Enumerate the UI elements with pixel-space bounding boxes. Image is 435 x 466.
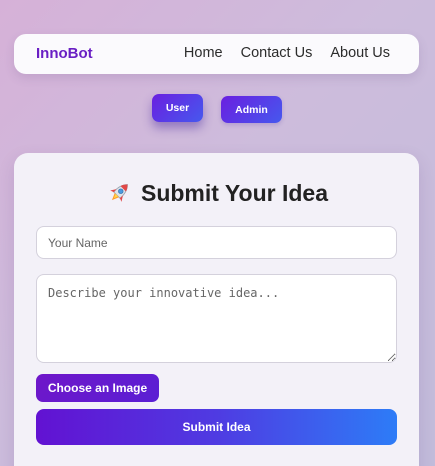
nav-links: Home Contact Us About Us xyxy=(184,45,390,61)
idea-description-textarea[interactable] xyxy=(36,274,397,363)
name-input[interactable] xyxy=(36,226,397,259)
choose-image-button[interactable]: Choose an Image xyxy=(36,374,159,402)
navbar: InnoBot Home Contact Us About Us xyxy=(14,34,419,74)
admin-role-button[interactable]: Admin xyxy=(221,96,282,123)
idea-form-card: Submit Your Idea Choose an Image Submit … xyxy=(14,153,419,466)
rocket-icon xyxy=(110,184,128,202)
brand-logo[interactable]: InnoBot xyxy=(36,45,93,62)
form-title-text: Submit Your Idea xyxy=(140,179,328,206)
form-title: Submit Your Idea xyxy=(14,179,419,207)
nav-link-home[interactable]: Home xyxy=(184,45,223,61)
submit-idea-button[interactable]: Submit Idea xyxy=(36,409,397,445)
nav-link-about[interactable]: About Us xyxy=(330,45,390,61)
nav-link-contact[interactable]: Contact Us xyxy=(241,45,313,61)
user-role-button[interactable]: User xyxy=(152,94,203,122)
